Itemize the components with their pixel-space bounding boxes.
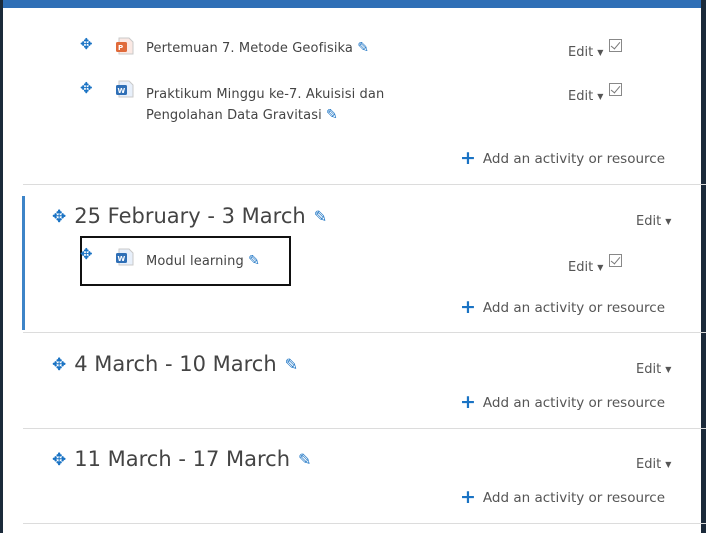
caret-down-icon: ▼ [665, 217, 672, 226]
edit-menu[interactable]: Edit ▼ [568, 254, 623, 275]
window-right-border [701, 0, 706, 533]
move-icon[interactable]: ✥ [80, 247, 93, 262]
svg-text:W: W [118, 87, 126, 95]
move-icon[interactable]: ✥ [52, 356, 66, 374]
pencil-icon[interactable]: ✎ [298, 450, 311, 469]
powerpoint-file-icon: P [116, 37, 134, 55]
edit-menu[interactable]: Edit ▼ [568, 39, 623, 60]
edit-label[interactable]: Edit [636, 214, 661, 229]
window-left-border [0, 0, 3, 533]
window-top-bar [0, 0, 706, 8]
completion-checkbox-icon[interactable] [609, 83, 623, 96]
plus-icon: + [460, 391, 476, 413]
move-icon[interactable]: ✥ [80, 37, 93, 52]
activity-link[interactable]: Modul learning ✎ [146, 251, 260, 272]
svg-text:P: P [118, 44, 123, 52]
edit-label[interactable]: Edit [636, 457, 661, 472]
section-divider [23, 184, 706, 185]
add-activity-label[interactable]: Add an activity or resource [483, 151, 665, 167]
edit-label[interactable]: Edit [636, 362, 661, 377]
add-activity-label[interactable]: Add an activity or resource [483, 490, 665, 506]
pencil-icon[interactable]: ✎ [326, 107, 338, 123]
current-section-indicator [22, 196, 25, 330]
edit-menu[interactable]: Edit ▼ [568, 83, 623, 104]
caret-down-icon: ▼ [665, 365, 672, 374]
completion-checkbox-icon[interactable] [609, 254, 623, 267]
completion-checkbox-icon[interactable] [609, 39, 623, 52]
caret-down-icon: ▼ [665, 460, 672, 469]
section-divider [23, 332, 706, 333]
move-icon[interactable]: ✥ [52, 451, 66, 469]
section-edit-menu[interactable]: Edit ▼ [636, 214, 671, 229]
pencil-icon[interactable]: ✎ [285, 355, 298, 374]
edit-label[interactable]: Edit [568, 45, 593, 60]
section-edit-menu[interactable]: Edit ▼ [636, 457, 671, 472]
pencil-icon[interactable]: ✎ [357, 40, 369, 56]
word-file-icon: W [116, 248, 134, 266]
section-title[interactable]: 25 February - 3 March [74, 204, 305, 228]
edit-label[interactable]: Edit [568, 260, 593, 275]
activity-name[interactable]: Modul learning [146, 254, 244, 269]
caret-down-icon: ▼ [597, 263, 604, 272]
activity-name-line1[interactable]: Praktikum Minggu ke-7. Akuisisi dan [146, 84, 384, 105]
section-divider [23, 523, 706, 524]
add-activity-link[interactable]: + Add an activity or resource [460, 298, 665, 317]
add-activity-link[interactable]: + Add an activity or resource [460, 149, 665, 168]
section-title[interactable]: 4 March - 10 March [74, 352, 276, 376]
section-header: ✥ 11 March - 17 March ✎ [52, 447, 311, 471]
activity-name[interactable]: Pertemuan 7. Metode Geofisika [146, 41, 353, 56]
caret-down-icon: ▼ [597, 92, 604, 101]
section-header: ✥ 25 February - 3 March ✎ [52, 204, 327, 228]
add-activity-link[interactable]: + Add an activity or resource [460, 393, 665, 412]
move-icon[interactable]: ✥ [80, 81, 93, 96]
activity-link[interactable]: Pertemuan 7. Metode Geofisika ✎ [146, 38, 369, 59]
pencil-icon[interactable]: ✎ [314, 207, 327, 226]
add-activity-label[interactable]: Add an activity or resource [483, 300, 665, 316]
plus-icon: + [460, 296, 476, 318]
section-edit-menu[interactable]: Edit ▼ [636, 362, 671, 377]
plus-icon: + [460, 147, 476, 169]
edit-label[interactable]: Edit [568, 89, 593, 104]
word-file-icon: W [116, 80, 134, 98]
pencil-icon[interactable]: ✎ [248, 253, 260, 269]
activity-link[interactable]: Praktikum Minggu ke-7. Akuisisi dan Peng… [146, 84, 384, 126]
section-title[interactable]: 11 March - 17 March [74, 447, 290, 471]
move-icon[interactable]: ✥ [52, 208, 66, 226]
section-header: ✥ 4 March - 10 March ✎ [52, 352, 298, 376]
plus-icon: + [460, 486, 476, 508]
svg-text:W: W [118, 255, 126, 263]
section-divider [23, 428, 706, 429]
add-activity-link[interactable]: + Add an activity or resource [460, 488, 665, 507]
activity-name-line2[interactable]: Pengolahan Data Gravitasi [146, 108, 322, 123]
add-activity-label[interactable]: Add an activity or resource [483, 395, 665, 411]
caret-down-icon: ▼ [597, 48, 604, 57]
